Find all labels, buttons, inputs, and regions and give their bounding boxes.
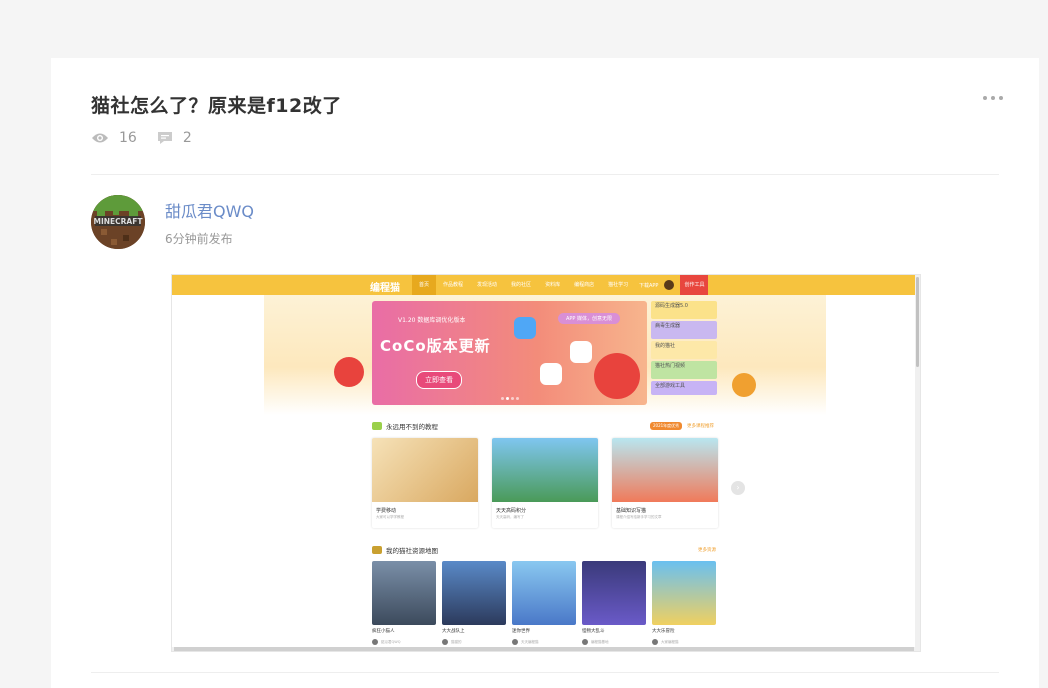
side-item: 源码生成器5.0 <box>651 301 717 319</box>
game-card: 疯狂小猫人 甜瓜君QWQ <box>372 561 436 649</box>
eye-icon <box>92 133 108 143</box>
post-card: 猫社怎么了？原来是f12改了 16 2 MINECRAFT 甜瓜君QWQ 6分钟… <box>51 58 1039 688</box>
game-card: 迷你世界 天天编程猫 <box>512 561 576 649</box>
app-icon <box>540 363 562 385</box>
screenshot-nav-item: 编程商店 <box>574 282 595 288</box>
side-item: 病毒生成器 <box>651 321 717 339</box>
hero-version: V1.20 数据库调优化版本 <box>398 317 466 324</box>
screenshot-mascot-right <box>732 373 756 397</box>
section-title-courses: 永远用不到的教程 <box>372 421 438 431</box>
post-title: 猫社怎么了？原来是f12改了 <box>91 95 342 117</box>
post-stats: 16 2 <box>91 130 212 146</box>
section-more: 更多课程推荐 <box>687 424 714 429</box>
screenshot-avatar <box>664 280 675 290</box>
side-item: 我的猫社 <box>651 341 717 359</box>
post-time: 6分钟前发布 <box>165 232 233 246</box>
more-options-icon[interactable] <box>983 94 1003 102</box>
chevron-right-icon: › <box>731 481 745 495</box>
screenshot-download: 下载APP <box>639 282 659 289</box>
carousel-dots <box>500 397 520 400</box>
embedded-screenshot[interactable]: 编程猫 首页 作品教程 发现活动 我的社区 资料库 编程商店 猫社学习 下载AP… <box>171 274 921 652</box>
screenshot-nav-item: 我的社区 <box>511 282 532 288</box>
section-tag: 2021年度优秀 <box>650 422 683 430</box>
screenshot-nav-item: 资料库 <box>545 282 561 288</box>
screenshot-nav-item: 发现活动 <box>477 282 498 288</box>
svg-text:MINECRAFT: MINECRAFT <box>94 217 144 226</box>
scrollbar-horizontal[interactable] <box>172 647 917 651</box>
course-card: 学费移动 大家可以学学教程 <box>372 438 478 528</box>
screenshot-nav-items: 首页 作品教程 发现活动 我的社区 资料库 编程商店 猫社学习 <box>412 275 635 295</box>
game-card: 怪物大乱斗 编程猫基地 <box>582 561 646 649</box>
screenshot-hero-banner: V1.20 数据库调优化版本 CoCo版本更新 立即查看 APP 媒体，创意无限 <box>372 301 647 405</box>
comment-count-value: 2 <box>182 130 192 146</box>
screenshot-navbar: 编程猫 首页 作品教程 发现活动 我的社区 资料库 编程商店 猫社学习 下载AP… <box>172 275 920 295</box>
view-count-value: 16 <box>119 130 137 146</box>
divider <box>91 672 999 673</box>
course-card: 基础知识写猫 课程介绍写给新手学习的文章 <box>612 438 718 528</box>
screenshot-nav-item: 首页 <box>412 275 437 295</box>
hero-pill: APP 媒体，创意无限 <box>558 313 621 324</box>
game-card: 大大乐冒险 大家编程猫 <box>652 561 716 649</box>
robot-icon <box>514 317 536 339</box>
screenshot-mascot-left <box>334 357 364 387</box>
course-card: 天天高码积分 天天高码，编写了 <box>492 438 598 528</box>
avatar[interactable]: MINECRAFT <box>91 195 145 249</box>
section-title-resources: 我的猫社资源地图 <box>372 545 438 555</box>
view-count: 16 <box>91 130 137 146</box>
comment-count[interactable]: 2 <box>157 130 192 146</box>
screenshot-nav-item: 猫社学习 <box>608 282 629 288</box>
divider <box>91 174 999 175</box>
app-icon <box>570 341 592 363</box>
game-card: 大大战队上 猫猫的 <box>442 561 506 649</box>
screenshot-nav-item: 作品教程 <box>443 282 464 288</box>
mascot-icon <box>594 353 640 399</box>
screenshot-create: 创作工具 <box>680 275 709 295</box>
section-more: 更多资源 <box>698 548 716 553</box>
screenshot-nav-right: 下载APP 创作工具 <box>639 275 709 295</box>
hero-button: 立即查看 <box>416 371 462 389</box>
screenshot-logo: 编程猫 <box>370 283 400 294</box>
hero-headline: CoCo版本更新 <box>380 337 491 355</box>
screenshot-side-panel: 源码生成器5.0 病毒生成器 我的猫社 猫社热门视频 全部游戏工具 <box>651 301 717 405</box>
side-item: 猫社热门视频 <box>651 361 717 379</box>
scrollbar-vertical[interactable] <box>915 275 920 651</box>
side-item: 全部游戏工具 <box>651 381 717 395</box>
comment-icon <box>157 132 172 144</box>
author-name-link[interactable]: 甜瓜君QWQ <box>165 198 254 222</box>
